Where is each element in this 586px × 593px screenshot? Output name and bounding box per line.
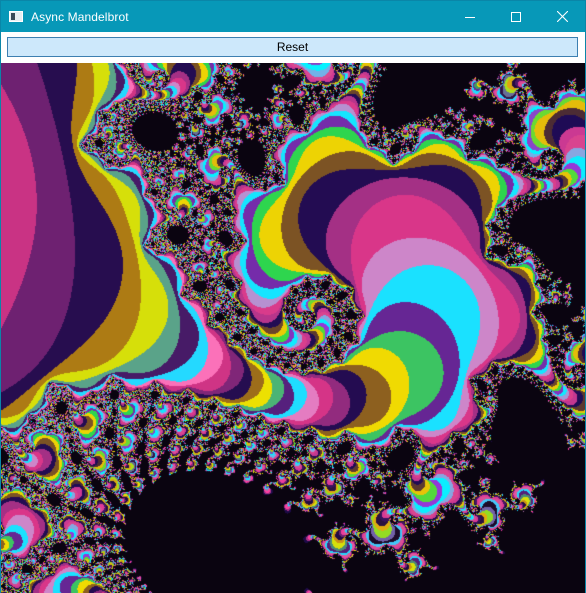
app-window-icon <box>9 11 23 22</box>
mandelbrot-canvas[interactable] <box>1 63 585 593</box>
close-icon <box>556 11 568 22</box>
maximize-button[interactable] <box>493 1 539 32</box>
maximize-icon <box>511 11 521 22</box>
toolbar: Reset <box>1 32 585 63</box>
app-window: Async Mandelbrot Reset <box>0 0 586 593</box>
title-bar[interactable]: Async Mandelbrot <box>1 1 585 32</box>
reset-button[interactable]: Reset <box>7 37 578 57</box>
window-title: Async Mandelbrot <box>31 9 129 24</box>
fractal-view[interactable] <box>1 63 585 593</box>
close-button[interactable] <box>539 1 585 32</box>
minimize-icon <box>465 16 475 18</box>
minimize-button[interactable] <box>447 1 493 32</box>
window-controls <box>447 1 585 32</box>
